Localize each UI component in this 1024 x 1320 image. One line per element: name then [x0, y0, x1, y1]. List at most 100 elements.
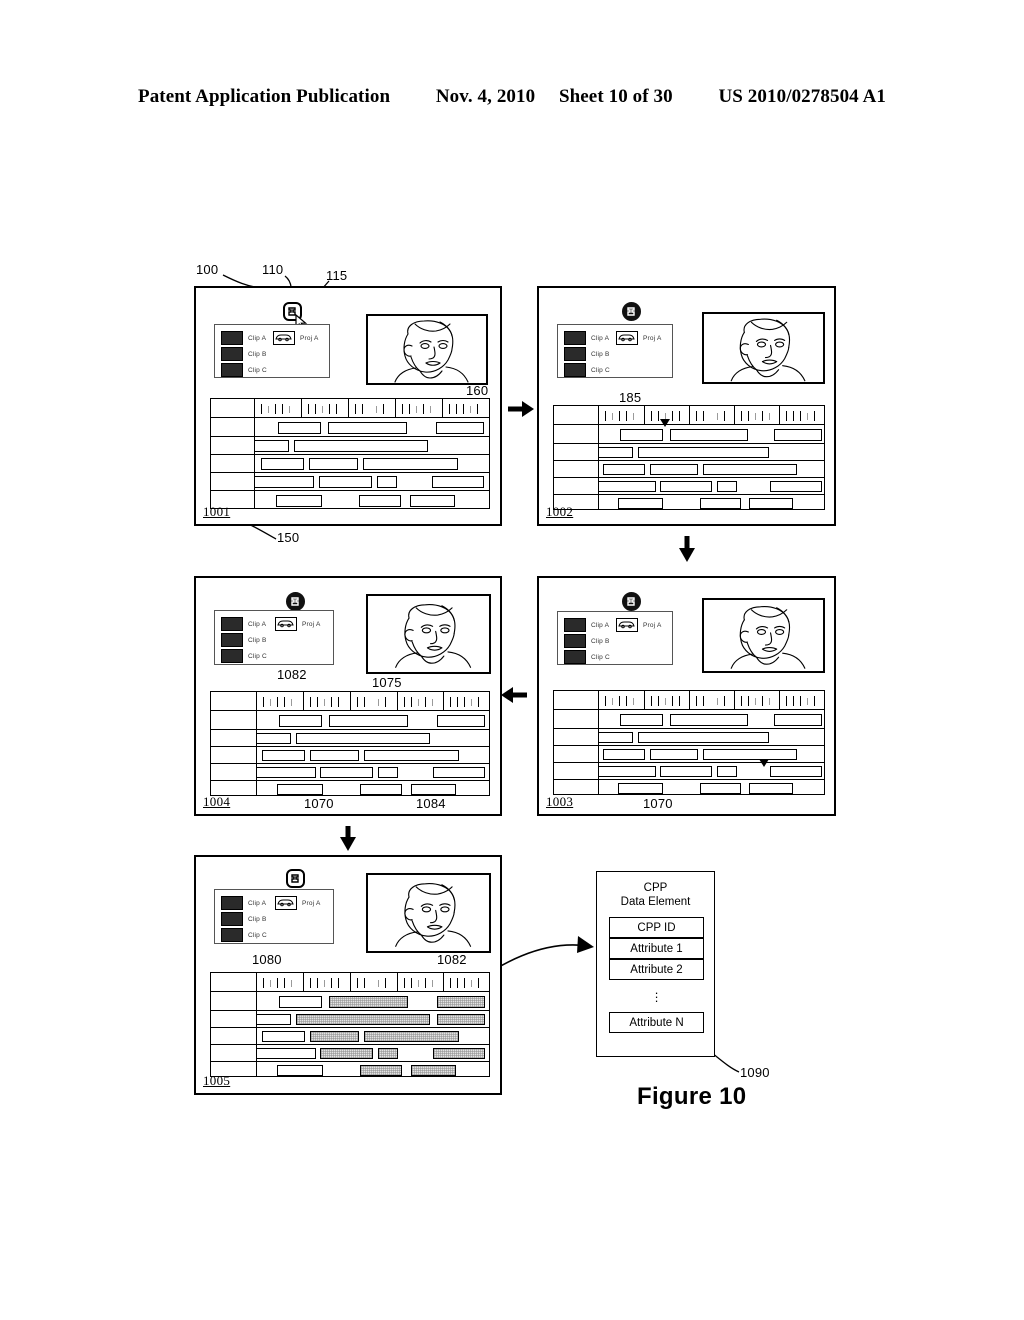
clip-item-b[interactable]: Clip B — [221, 347, 267, 361]
timeline-1003[interactable] — [553, 690, 825, 795]
clip-block[interactable] — [670, 429, 748, 441]
clip-block[interactable] — [603, 749, 645, 760]
clip-block[interactable] — [598, 732, 633, 743]
clip-block[interactable] — [703, 749, 797, 760]
clip-item-c[interactable]: Clip C — [564, 363, 610, 377]
clip-item-c[interactable]: Clip C — [221, 928, 267, 942]
clip-browser-1002[interactable]: Clip A Clip B Clip C Proj A — [557, 324, 673, 378]
compound-clip-button[interactable] — [622, 302, 641, 321]
clip-item-a[interactable]: Clip A — [221, 617, 266, 631]
project-item-a[interactable]: Proj A — [275, 896, 321, 910]
timeline-1004[interactable] — [210, 691, 490, 796]
clip-block[interactable] — [598, 481, 656, 492]
clip-block[interactable] — [294, 440, 428, 452]
timeline-track-2[interactable] — [211, 437, 489, 455]
project-item-a[interactable]: Proj A — [616, 331, 662, 345]
clip-block[interactable] — [618, 783, 663, 794]
clip-block[interactable] — [770, 481, 822, 492]
clip-block[interactable] — [329, 715, 408, 727]
clip-block[interactable] — [650, 749, 698, 760]
clip-block[interactable] — [261, 458, 304, 470]
clip-block-selected[interactable] — [320, 1048, 373, 1059]
clip-block[interactable] — [363, 458, 458, 470]
clip-block[interactable] — [309, 458, 358, 470]
clip-block[interactable] — [603, 464, 645, 475]
clip-block[interactable] — [320, 767, 373, 778]
timeline-track-1[interactable] — [554, 419, 824, 444]
clip-block[interactable] — [437, 715, 485, 727]
compound-clip-button[interactable] — [622, 592, 641, 611]
clip-block[interactable] — [432, 476, 484, 488]
clip-browser-1005[interactable]: Clip A Clip B Clip C Proj A — [214, 889, 334, 944]
clip-block[interactable] — [359, 495, 401, 507]
clip-block[interactable] — [277, 1065, 323, 1076]
clip-block[interactable] — [256, 767, 316, 778]
clip-block[interactable] — [638, 447, 769, 458]
project-item-a[interactable]: Proj A — [273, 331, 319, 345]
clip-item-c[interactable]: Clip C — [564, 650, 610, 664]
clip-block[interactable] — [254, 476, 314, 488]
clip-block-selected[interactable] — [310, 1031, 359, 1042]
clip-block[interactable] — [650, 464, 698, 475]
timeline-ruler-row[interactable] — [554, 406, 824, 425]
clip-block[interactable] — [703, 464, 797, 475]
timeline-track-4[interactable] — [554, 478, 824, 495]
clip-block-selected[interactable] — [364, 1031, 459, 1042]
timeline-track-3[interactable] — [211, 1028, 489, 1045]
clip-item-a[interactable]: Clip A — [221, 331, 266, 345]
clip-block[interactable] — [411, 784, 456, 795]
clip-block[interactable] — [279, 996, 322, 1008]
clip-item-b[interactable]: Clip B — [564, 634, 610, 648]
clip-block-selected[interactable] — [437, 996, 485, 1008]
clip-block[interactable] — [598, 447, 633, 458]
clip-block[interactable] — [749, 498, 793, 509]
timeline-track-5[interactable] — [554, 495, 824, 511]
timeline-track-5[interactable] — [211, 491, 489, 510]
clip-block-selected[interactable] — [433, 1048, 485, 1059]
clip-block[interactable] — [328, 422, 407, 434]
clip-block[interactable] — [638, 732, 769, 743]
timeline-track-2[interactable] — [211, 730, 489, 747]
clip-block[interactable] — [774, 429, 822, 441]
timeline-track-1[interactable] — [211, 992, 489, 1011]
clip-block-selected[interactable] — [296, 1014, 430, 1025]
timeline-ruler-row[interactable] — [211, 973, 489, 992]
timeline-track-3[interactable] — [211, 455, 489, 473]
clip-block[interactable] — [377, 476, 397, 488]
timeline-track-5[interactable] — [554, 780, 824, 796]
clip-block-selected[interactable] — [378, 1048, 398, 1059]
clip-block[interactable] — [262, 750, 305, 761]
clip-browser-1003[interactable]: Clip A Clip B Clip C Proj A — [557, 611, 673, 665]
clip-block[interactable] — [262, 1031, 305, 1042]
timeline-1001[interactable] — [210, 398, 490, 509]
clip-block[interactable] — [774, 714, 822, 726]
clip-block[interactable] — [717, 481, 737, 492]
clip-block[interactable] — [436, 422, 484, 434]
timeline-track-2[interactable] — [211, 1011, 489, 1028]
project-item-a[interactable]: Proj A — [275, 617, 321, 631]
clip-block-selected[interactable] — [411, 1065, 456, 1076]
clip-block[interactable] — [700, 498, 741, 509]
timeline-track-4[interactable] — [211, 764, 489, 781]
clip-block[interactable] — [433, 767, 485, 778]
clip-block[interactable] — [770, 766, 822, 777]
timeline-track-1[interactable] — [211, 711, 489, 730]
clip-block[interactable] — [378, 767, 398, 778]
timeline-track-1[interactable] — [554, 710, 824, 729]
clip-item-a[interactable]: Clip A — [221, 896, 266, 910]
timeline-track-3[interactable] — [211, 747, 489, 764]
project-item-a[interactable]: Proj A — [616, 618, 662, 632]
timeline-track-4[interactable] — [554, 759, 824, 780]
timeline-track-5[interactable] — [211, 1062, 489, 1078]
timeline-track-3[interactable] — [554, 746, 824, 763]
timeline-ruler-row[interactable] — [211, 399, 489, 418]
clip-block-selected[interactable] — [360, 1065, 402, 1076]
clip-block[interactable] — [256, 1048, 316, 1059]
timeline-1005[interactable] — [210, 972, 490, 1077]
clip-block[interactable] — [256, 1014, 291, 1025]
clip-block[interactable] — [620, 714, 663, 726]
clip-block-selected[interactable] — [329, 996, 408, 1008]
clip-block[interactable] — [364, 750, 459, 761]
clip-block[interactable] — [360, 784, 402, 795]
timeline-track-4[interactable] — [211, 1045, 489, 1062]
